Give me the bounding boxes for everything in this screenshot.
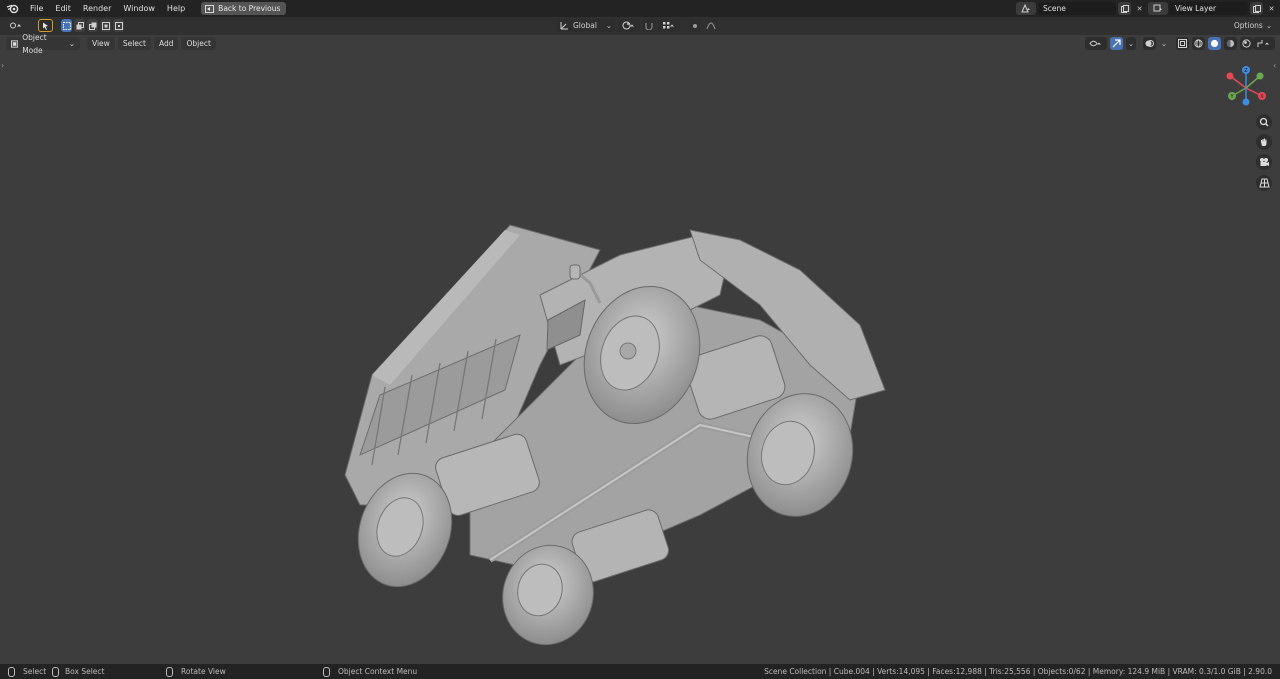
editor-options-icon[interactable] (1253, 37, 1275, 50)
tool-header: Global ⌄ Options ⌄ (0, 17, 1280, 35)
menu-window[interactable]: Window (117, 0, 161, 17)
xray-toggle-icon[interactable] (1176, 37, 1189, 50)
status-box-select: Box Select (52, 666, 105, 677)
back-icon (205, 4, 215, 13)
menu-object[interactable]: Object (181, 37, 216, 50)
left-mouse-icon (8, 666, 15, 677)
right-mouse-icon (323, 666, 330, 677)
svg-text:Z: Z (1244, 68, 1248, 74)
overlays-toggle-icon[interactable] (1143, 37, 1156, 50)
select-mode-extend-icon[interactable] (74, 19, 85, 32)
menu-edit[interactable]: Edit (49, 0, 77, 17)
delete-scene-icon[interactable]: ✕ (1133, 2, 1146, 15)
orientation-label: Global (573, 21, 597, 30)
view-layer-name-field[interactable]: View Layer (1170, 2, 1248, 15)
object-mode-icon (11, 39, 19, 48)
proportional-editing-icon[interactable] (689, 19, 701, 32)
mode-label: Object Mode (22, 32, 47, 55)
rendered-shading-icon[interactable] (1240, 37, 1253, 50)
proportional-falloff-icon[interactable] (704, 19, 720, 32)
menu-add[interactable]: Add (153, 37, 179, 50)
back-to-previous-button[interactable]: Back to Previous (201, 2, 287, 15)
sidebar-expand-icon[interactable]: ‹ (1273, 61, 1276, 70)
scene-name-field[interactable]: Scene (1038, 2, 1116, 15)
middle-mouse-icon (166, 666, 173, 677)
menu-file[interactable]: File (24, 0, 49, 17)
menu-select[interactable]: Select (117, 37, 151, 50)
scene-statistics: Scene Collection | Cube.004 | Verts:14,0… (764, 667, 1272, 676)
back-to-previous-label: Back to Previous (218, 4, 281, 13)
select-mode-subtract-icon[interactable] (87, 19, 98, 32)
camera-view-icon[interactable] (1256, 154, 1272, 170)
menu-render[interactable]: Render (77, 0, 117, 17)
chevron-down-icon: ⌄ (605, 21, 612, 30)
view-layer-selector: View Layer ✕ (1148, 2, 1278, 15)
status-bar: Select Box Select Rotate View Object Con… (0, 664, 1280, 679)
new-view-layer-icon[interactable] (1250, 2, 1263, 15)
status-select: Select (8, 666, 47, 677)
top-menu-bar: File Edit Render Window Help Back to Pre… (0, 0, 1280, 17)
material-preview-shading-icon[interactable] (1224, 37, 1237, 50)
pivot-point-icon[interactable] (618, 19, 640, 32)
snap-target-icon[interactable] (658, 19, 680, 32)
status-box-select-label: Box Select (65, 667, 105, 676)
object-type-visibility-icon[interactable] (1085, 37, 1107, 50)
select-mode-intersect-icon[interactable] (113, 19, 124, 32)
snap-toggle-icon[interactable] (643, 19, 655, 32)
solid-shading-icon[interactable] (1208, 37, 1221, 50)
mode-dropdown[interactable]: Object Mode ⌄ (6, 33, 80, 55)
viewport-header: Object Mode ⌄ View Select Add Object ⌄ ⌄ (0, 33, 1280, 55)
toolbar-expand-icon[interactable]: › (1, 61, 4, 70)
zoom-view-icon[interactable] (1256, 114, 1272, 130)
status-context-menu-label: Object Context Menu (338, 667, 418, 676)
blender-logo-icon[interactable] (0, 0, 24, 17)
status-rotate-view-label: Rotate View (181, 667, 226, 676)
orientation-icon (560, 22, 568, 30)
status-context-menu: Object Context Menu (323, 666, 418, 677)
perspective-toggle-icon[interactable] (1256, 175, 1272, 191)
chevron-down-icon[interactable]: ⌄ (1159, 37, 1169, 50)
status-select-label: Select (23, 667, 47, 676)
options-dropdown[interactable]: Options ⌄ (1230, 19, 1276, 32)
wireframe-shading-icon[interactable] (1192, 37, 1205, 50)
scene-selector: Scene ✕ (1016, 2, 1146, 15)
menu-help[interactable]: Help (161, 0, 191, 17)
gizmo-toggle-icon[interactable] (1110, 37, 1123, 50)
transform-orientation-dropdown[interactable]: Global ⌄ (557, 19, 615, 32)
scene-browse-icon[interactable] (1016, 2, 1036, 15)
menu-view[interactable]: View (87, 37, 115, 50)
delete-view-layer-icon[interactable]: ✕ (1265, 2, 1278, 15)
svg-text:X: X (1260, 94, 1264, 100)
3d-viewport[interactable]: Z X Y › ‹ (0, 35, 1280, 664)
view-layer-browse-icon[interactable] (1148, 2, 1168, 15)
chevron-down-icon: ⌄ (1265, 21, 1273, 30)
options-label: Options (1233, 21, 1263, 30)
navigation-gizmo[interactable]: Z X Y (1222, 64, 1270, 112)
drag-mouse-icon (52, 666, 59, 677)
pan-view-icon[interactable] (1256, 134, 1272, 150)
chevron-down-icon: ⌄ (68, 39, 75, 48)
status-rotate-view: Rotate View (166, 666, 226, 677)
new-scene-icon[interactable] (1118, 2, 1131, 15)
truck-model[interactable] (0, 35, 1280, 664)
select-mode-difference-icon[interactable] (100, 19, 111, 32)
chevron-down-icon[interactable]: ⌄ (1126, 37, 1136, 50)
